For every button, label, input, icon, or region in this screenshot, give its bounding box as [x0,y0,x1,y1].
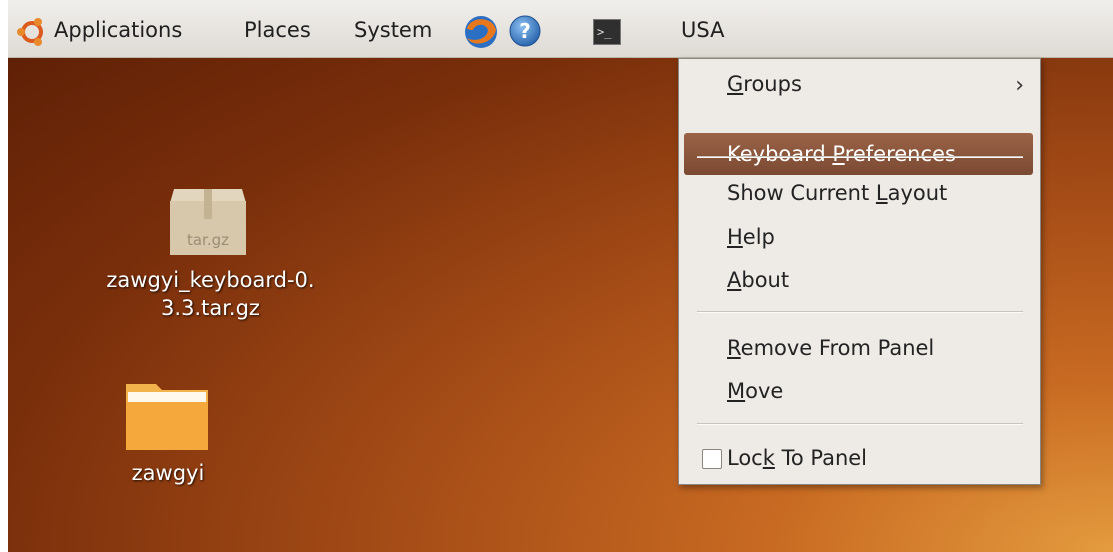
archive-label-line2: 3.3.tar.gz [161,296,260,320]
firefox-icon[interactable] [463,14,499,50]
lock-to-panel-checkbox[interactable] [702,449,722,469]
archive-file-icon[interactable]: tar.gz [168,181,248,257]
folder-label[interactable]: zawgyi [108,459,228,487]
menu-item-about[interactable]: About [727,265,789,295]
menu-item-keyboard-preferences[interactable]: Keyboard Preferences [727,139,956,169]
places-menu[interactable]: Places [244,16,311,44]
menu-item-help[interactable]: Help [727,222,775,252]
keyboard-indicator-context-menu: Groups › Keyboard Preferences Show Curre… [678,58,1041,485]
menu-separator [697,423,1023,425]
menu-item-move[interactable]: Move [727,376,783,406]
svg-text:?: ? [519,19,531,43]
help-icon[interactable]: ? [508,14,542,48]
desktop: Applications Places System ? >_ USA tar.… [8,0,1113,552]
archive-label-line1: zawgyi_keyboard-0. [106,268,315,292]
menu-item-remove-from-panel[interactable]: Remove From Panel [727,333,934,363]
terminal-icon[interactable]: >_ [593,19,621,45]
menu-item-lock-to-panel[interactable]: Lock To Panel [727,443,867,473]
folder-icon[interactable] [124,376,210,452]
applications-menu[interactable]: Applications [54,16,182,44]
menu-item-keyboard-preferences-highlight[interactable]: Keyboard Preferences [684,133,1033,175]
menu-item-show-current-layout[interactable]: Show Current Layout [727,178,947,208]
menu-item-groups[interactable]: Groups [727,69,802,99]
archive-badge: tar.gz [187,231,229,249]
system-menu[interactable]: System [354,16,432,44]
chevron-right-icon: › [1015,73,1024,98]
keyboard-layout-indicator[interactable]: USA [681,16,724,44]
menu-separator [697,156,1023,158]
ubuntu-logo-icon[interactable] [16,16,48,48]
top-panel: Applications Places System ? >_ USA [8,0,1113,58]
menu-separator [697,311,1023,313]
svg-text:>_: >_ [597,25,612,39]
archive-file-label[interactable]: zawgyi_keyboard-0. 3.3.tar.gz [78,266,343,322]
